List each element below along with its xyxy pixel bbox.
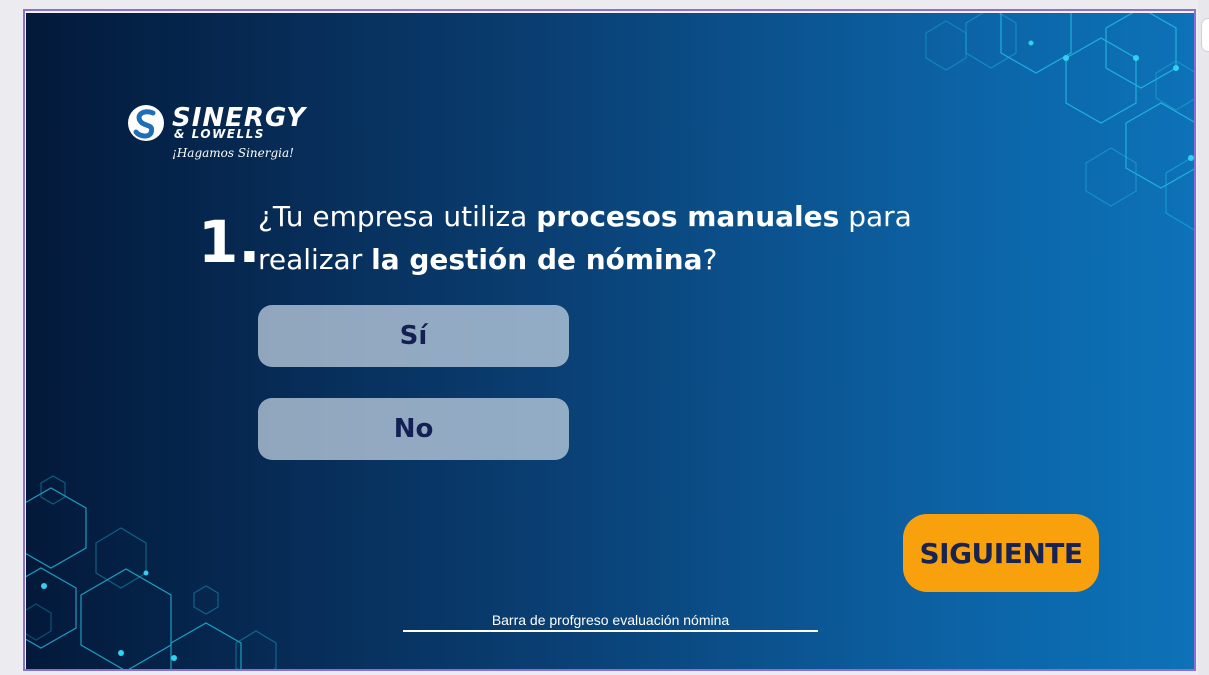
scroll-handle[interactable]	[1201, 18, 1209, 52]
progress-bar	[403, 630, 818, 632]
question-text: ¿Tu empresa utiliza procesos manuales pa…	[258, 195, 1018, 281]
logo-subtitle: & LOWELLS	[174, 127, 265, 141]
answer-yes-button[interactable]: Sí	[258, 305, 569, 367]
quiz-slide: SINERGY & LOWELLS ¡Hagamos Sinergia! 1. …	[26, 13, 1194, 669]
window-edge	[1198, 0, 1209, 675]
logo-tagline: ¡Hagamos Sinergia!	[172, 146, 294, 160]
progress-bar-label: Barra de profgreso evaluación nómina	[491, 612, 730, 628]
question-bold1: procesos manuales	[536, 200, 840, 233]
question-bold2: la gestión de nómina	[371, 243, 703, 276]
sinergy-swirl-logo-icon	[128, 105, 164, 141]
answer-no-button[interactable]: No	[258, 398, 569, 460]
question-part1: ¿Tu empresa utiliza	[258, 200, 537, 233]
question-number: 1.	[198, 208, 261, 276]
question-part3: ?	[702, 243, 718, 276]
next-button[interactable]: SIGUIENTE	[903, 514, 1099, 592]
company-logo: SINERGY & LOWELLS ¡Hagamos Sinergia!	[126, 103, 336, 163]
